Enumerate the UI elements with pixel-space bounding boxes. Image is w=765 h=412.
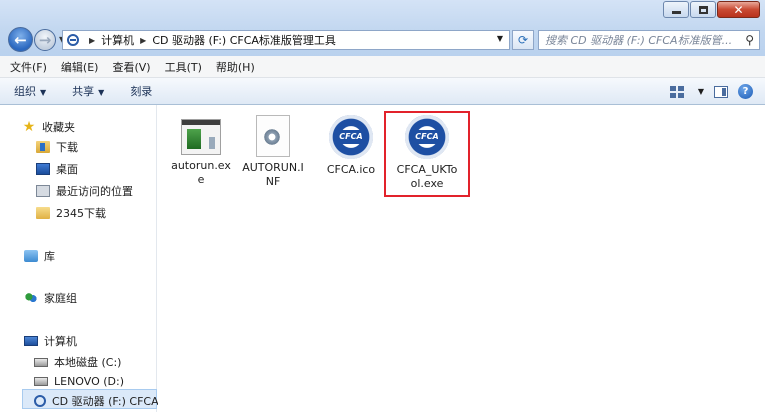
file-name: CFCA_UKTool.exe xyxy=(396,163,458,190)
search-icon[interactable]: ⚲ xyxy=(745,33,754,47)
nav-computer-label: 计算机 xyxy=(44,335,77,348)
nav-downloads-label: 下载 xyxy=(56,141,78,154)
cd-drive-icon xyxy=(34,395,46,407)
nav-homegroup[interactable]: 家庭组 xyxy=(24,290,77,306)
navigation-pane: ★ 收藏夹 下载 桌面 最近访问的位置 2345下载 库 家庭组 计算机 本地磁… xyxy=(0,105,159,412)
view-dropdown-icon[interactable]: ▼ xyxy=(698,87,704,96)
file-item-cfca-ico[interactable]: CFCA CFCA.ico xyxy=(318,115,384,177)
forward-arrow-icon: → xyxy=(38,30,52,49)
command-bar: 组织 ▼ 共享 ▼ 刻录 ▼ ? xyxy=(0,78,765,105)
organize-label: 组织 xyxy=(14,85,36,98)
nav-drive-d[interactable]: LENOVO (D:) xyxy=(34,375,124,388)
minimize-button[interactable] xyxy=(663,1,689,18)
maximize-button[interactable] xyxy=(690,1,716,18)
computer-icon xyxy=(24,336,38,346)
settings-file-icon xyxy=(256,115,290,157)
change-view-icon[interactable] xyxy=(669,85,684,98)
hard-drive-icon xyxy=(34,377,48,386)
back-arrow-icon: ← xyxy=(14,30,27,49)
homegroup-icon xyxy=(24,292,38,304)
cfca-badge-icon: CFCA xyxy=(329,115,373,159)
menu-bar: 文件(F) 编辑(E) 查看(V) 工具(T) 帮助(H) xyxy=(0,56,765,78)
nav-drive-d-label: LENOVO (D:) xyxy=(54,375,125,388)
view-controls: ▼ ? xyxy=(669,84,753,99)
share-label: 共享 xyxy=(72,85,95,98)
navigation-buttons: ← → ▼ xyxy=(8,27,65,52)
nav-libraries-label: 库 xyxy=(44,250,55,263)
exe-icon xyxy=(181,119,221,155)
nav-desktop[interactable]: 桌面 xyxy=(36,161,78,177)
chevron-down-icon: ▼ xyxy=(98,88,105,97)
menu-tools[interactable]: 工具(T) xyxy=(165,59,202,75)
forward-button[interactable]: → xyxy=(34,28,56,51)
recent-places-icon xyxy=(36,185,50,197)
refresh-icon: ⟳ xyxy=(517,33,529,47)
chevron-right-icon[interactable]: ▶ xyxy=(89,36,95,45)
organize-button[interactable]: 组织 ▼ xyxy=(14,83,46,99)
cfca-badge-icon: CFCA xyxy=(405,115,449,159)
back-button[interactable]: ← xyxy=(8,27,33,52)
breadcrumb-computer[interactable]: 计算机 xyxy=(101,32,134,48)
burn-button[interactable]: 刻录 xyxy=(130,83,152,99)
nav-recent-label: 最近访问的位置 xyxy=(56,185,133,198)
nav-drive-c-label: 本地磁盘 (C:) xyxy=(54,356,122,369)
downloads-folder-icon xyxy=(36,141,50,153)
nav-drive-f-label: CD 驱动器 (F:) CFCA xyxy=(52,395,159,408)
minimize-icon xyxy=(671,10,681,14)
nav-recent-places[interactable]: 最近访问的位置 xyxy=(36,183,133,199)
file-list: autorun.exe AUTORUN.INF CFCA CFCA.ico CF… xyxy=(158,105,765,412)
menu-help[interactable]: 帮助(H) xyxy=(216,59,255,75)
file-item-autorun-exe[interactable]: autorun.exe xyxy=(168,115,234,187)
share-button[interactable]: 共享 ▼ xyxy=(72,83,104,99)
help-icon[interactable]: ? xyxy=(738,84,753,99)
nav-libraries[interactable]: 库 xyxy=(24,248,55,264)
file-name: AUTORUN.INF xyxy=(242,161,304,188)
search-placeholder: 搜索 CD 驱动器 (F:) CFCA标准版管... xyxy=(545,34,733,47)
nav-favorites-label: 收藏夹 xyxy=(42,121,75,134)
library-icon xyxy=(24,250,38,262)
nav-drive-f[interactable]: CD 驱动器 (F:) CFCA xyxy=(34,393,159,409)
nav-drive-c[interactable]: 本地磁盘 (C:) xyxy=(34,354,121,370)
hard-drive-icon xyxy=(34,357,48,367)
menu-file[interactable]: 文件(F) xyxy=(10,59,47,75)
window-chrome: ✕ ← → ▼ ▶ 计算机 ▶ CD 驱动器 (F:) CFCA标准版管理工具 … xyxy=(0,0,765,56)
nav-desktop-label: 桌面 xyxy=(56,163,78,176)
nav-computer[interactable]: 计算机 xyxy=(24,333,77,349)
close-icon: ✕ xyxy=(733,2,744,17)
file-item-cfca-uktool-exe[interactable]: CFCA CFCA_UKTool.exe xyxy=(394,115,460,191)
chevron-down-icon: ▼ xyxy=(40,88,47,97)
window-controls: ✕ xyxy=(663,1,760,18)
file-item-autorun-inf[interactable]: AUTORUN.INF xyxy=(240,115,306,189)
nav-downloads[interactable]: 下载 xyxy=(36,139,78,155)
preview-pane-icon[interactable] xyxy=(714,85,728,98)
chevron-right-icon[interactable]: ▶ xyxy=(140,36,146,45)
star-icon: ★ xyxy=(22,119,36,135)
nav-2345-downloads[interactable]: 2345下载 xyxy=(36,205,106,221)
nav-favorites[interactable]: ★ 收藏夹 xyxy=(22,119,75,135)
address-bar[interactable]: ▶ 计算机 ▶ CD 驱动器 (F:) CFCA标准版管理工具 ▼ xyxy=(62,30,510,50)
desktop-icon xyxy=(36,163,50,175)
menu-edit[interactable]: 编辑(E) xyxy=(61,59,99,75)
cd-drive-icon xyxy=(67,34,79,46)
file-name: CFCA.ico xyxy=(326,163,376,176)
folder-icon xyxy=(36,207,50,219)
search-box[interactable]: 搜索 CD 驱动器 (F:) CFCA标准版管... ⚲ xyxy=(538,30,760,50)
refresh-button[interactable]: ⟳ xyxy=(512,30,534,50)
maximize-icon xyxy=(698,5,708,14)
nav-homegroup-label: 家庭组 xyxy=(44,292,77,305)
nav-2345-label: 2345下载 xyxy=(56,207,106,220)
address-dropdown-icon[interactable]: ▼ xyxy=(497,34,503,43)
menu-view[interactable]: 查看(V) xyxy=(112,59,150,75)
breadcrumb-cd-drive[interactable]: CD 驱动器 (F:) CFCA标准版管理工具 xyxy=(152,32,336,48)
file-name: autorun.exe xyxy=(171,159,231,186)
close-button[interactable]: ✕ xyxy=(717,1,760,18)
